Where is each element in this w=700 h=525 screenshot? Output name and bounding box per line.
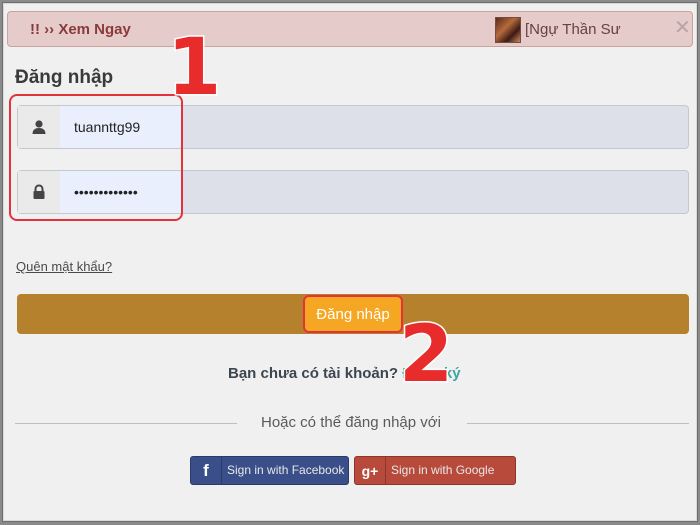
banner-text[interactable]: !! ›› Xem Ngay <box>30 21 131 38</box>
facebook-login-button[interactable]: f Sign in with Facebook <box>190 456 349 485</box>
divider-left <box>15 423 237 424</box>
close-icon[interactable]: ✕ <box>674 16 691 40</box>
login-modal: !! ›› Xem Ngay [Ngự Thần Sư ✕ Đăng nhập … <box>2 2 698 522</box>
google-login-button[interactable]: g+ Sign in with Google <box>354 456 516 485</box>
google-button-label: Sign in with Google <box>391 463 495 477</box>
login-title: Đăng nhập <box>15 67 114 88</box>
game-thumbnail-image[interactable] <box>495 17 521 43</box>
step2-number: 2 <box>397 310 454 400</box>
divider-right <box>467 423 689 424</box>
step1-number: 1 <box>165 23 222 113</box>
forgot-password-link[interactable]: Quên mật khẩu? <box>16 259 112 274</box>
signup-prompt: Bạn chưa có tài khoản? <box>228 365 399 382</box>
step1-highlight-box <box>9 94 183 221</box>
google-plus-icon: g+ <box>355 457 386 484</box>
facebook-icon: f <box>191 457 222 484</box>
facebook-button-label: Sign in with Facebook <box>227 463 345 477</box>
banner-game-link[interactable]: [Ngự Thần Sư <box>525 21 621 38</box>
login-button[interactable]: Đăng nhập <box>303 295 403 333</box>
promo-banner[interactable]: !! ›› Xem Ngay [Ngự Thần Sư ✕ <box>7 11 693 47</box>
social-divider-text: Hoặc có thể đăng nhập với <box>261 414 441 431</box>
